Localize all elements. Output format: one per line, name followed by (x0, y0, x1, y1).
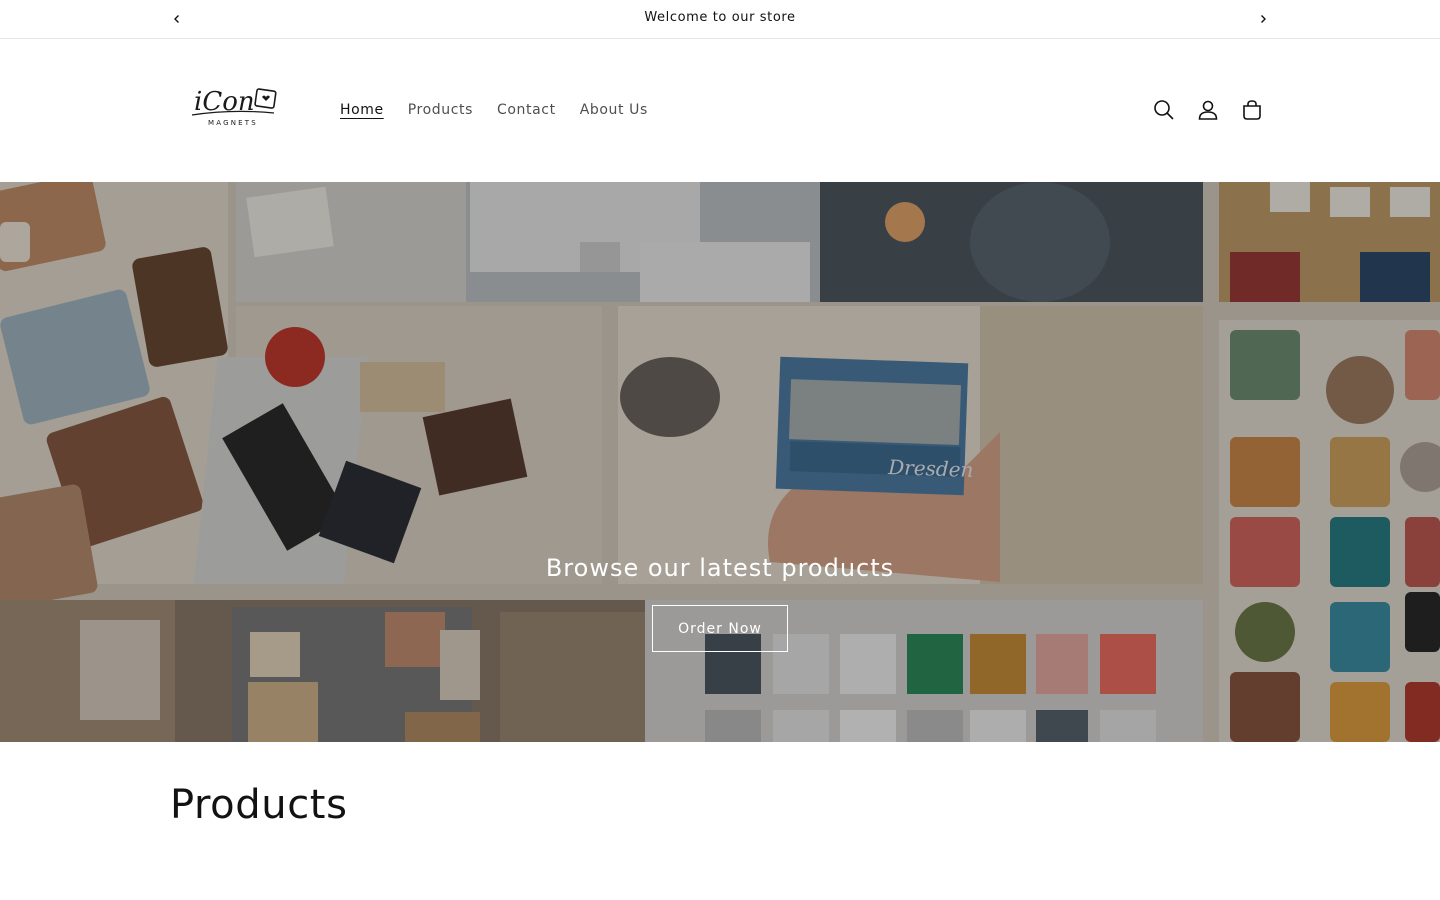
announcement-next-button[interactable] (1252, 8, 1274, 30)
cart-button[interactable] (1236, 94, 1268, 126)
nav-item-about-us[interactable]: About Us (568, 100, 660, 120)
cart-icon (1243, 100, 1261, 120)
announcement-text: Welcome to our store (644, 10, 796, 25)
svg-text:MAGNETS: MAGNETS (208, 119, 258, 127)
logo[interactable]: iCon MAGNETS (184, 83, 288, 133)
nav-item-home[interactable]: Home (328, 100, 396, 120)
nav-item-contact[interactable]: Contact (485, 100, 568, 120)
nav-item-products[interactable]: Products (396, 100, 485, 120)
main-nav: Home Products Contact About Us (328, 100, 660, 120)
search-button[interactable] (1148, 94, 1180, 126)
order-now-button[interactable]: Order Now (652, 605, 788, 652)
svg-text:iCon: iCon (194, 87, 255, 117)
account-icon (1198, 100, 1218, 120)
account-button[interactable] (1192, 94, 1224, 126)
chevron-right-icon (1261, 15, 1266, 23)
products-section-title: Products (170, 782, 348, 828)
announcement-bar: Welcome to our store (0, 0, 1440, 39)
logo-mark: iCon MAGNETS (191, 87, 277, 127)
search-icon (1154, 100, 1174, 120)
site-header: iCon MAGNETS Home Products Contact About… (0, 39, 1440, 182)
hero-heading: Browse our latest products (545, 554, 895, 582)
hero-collage-image: Dresden (0, 182, 1440, 742)
hero-banner: Dresden Browse our latest products Order… (0, 182, 1440, 742)
